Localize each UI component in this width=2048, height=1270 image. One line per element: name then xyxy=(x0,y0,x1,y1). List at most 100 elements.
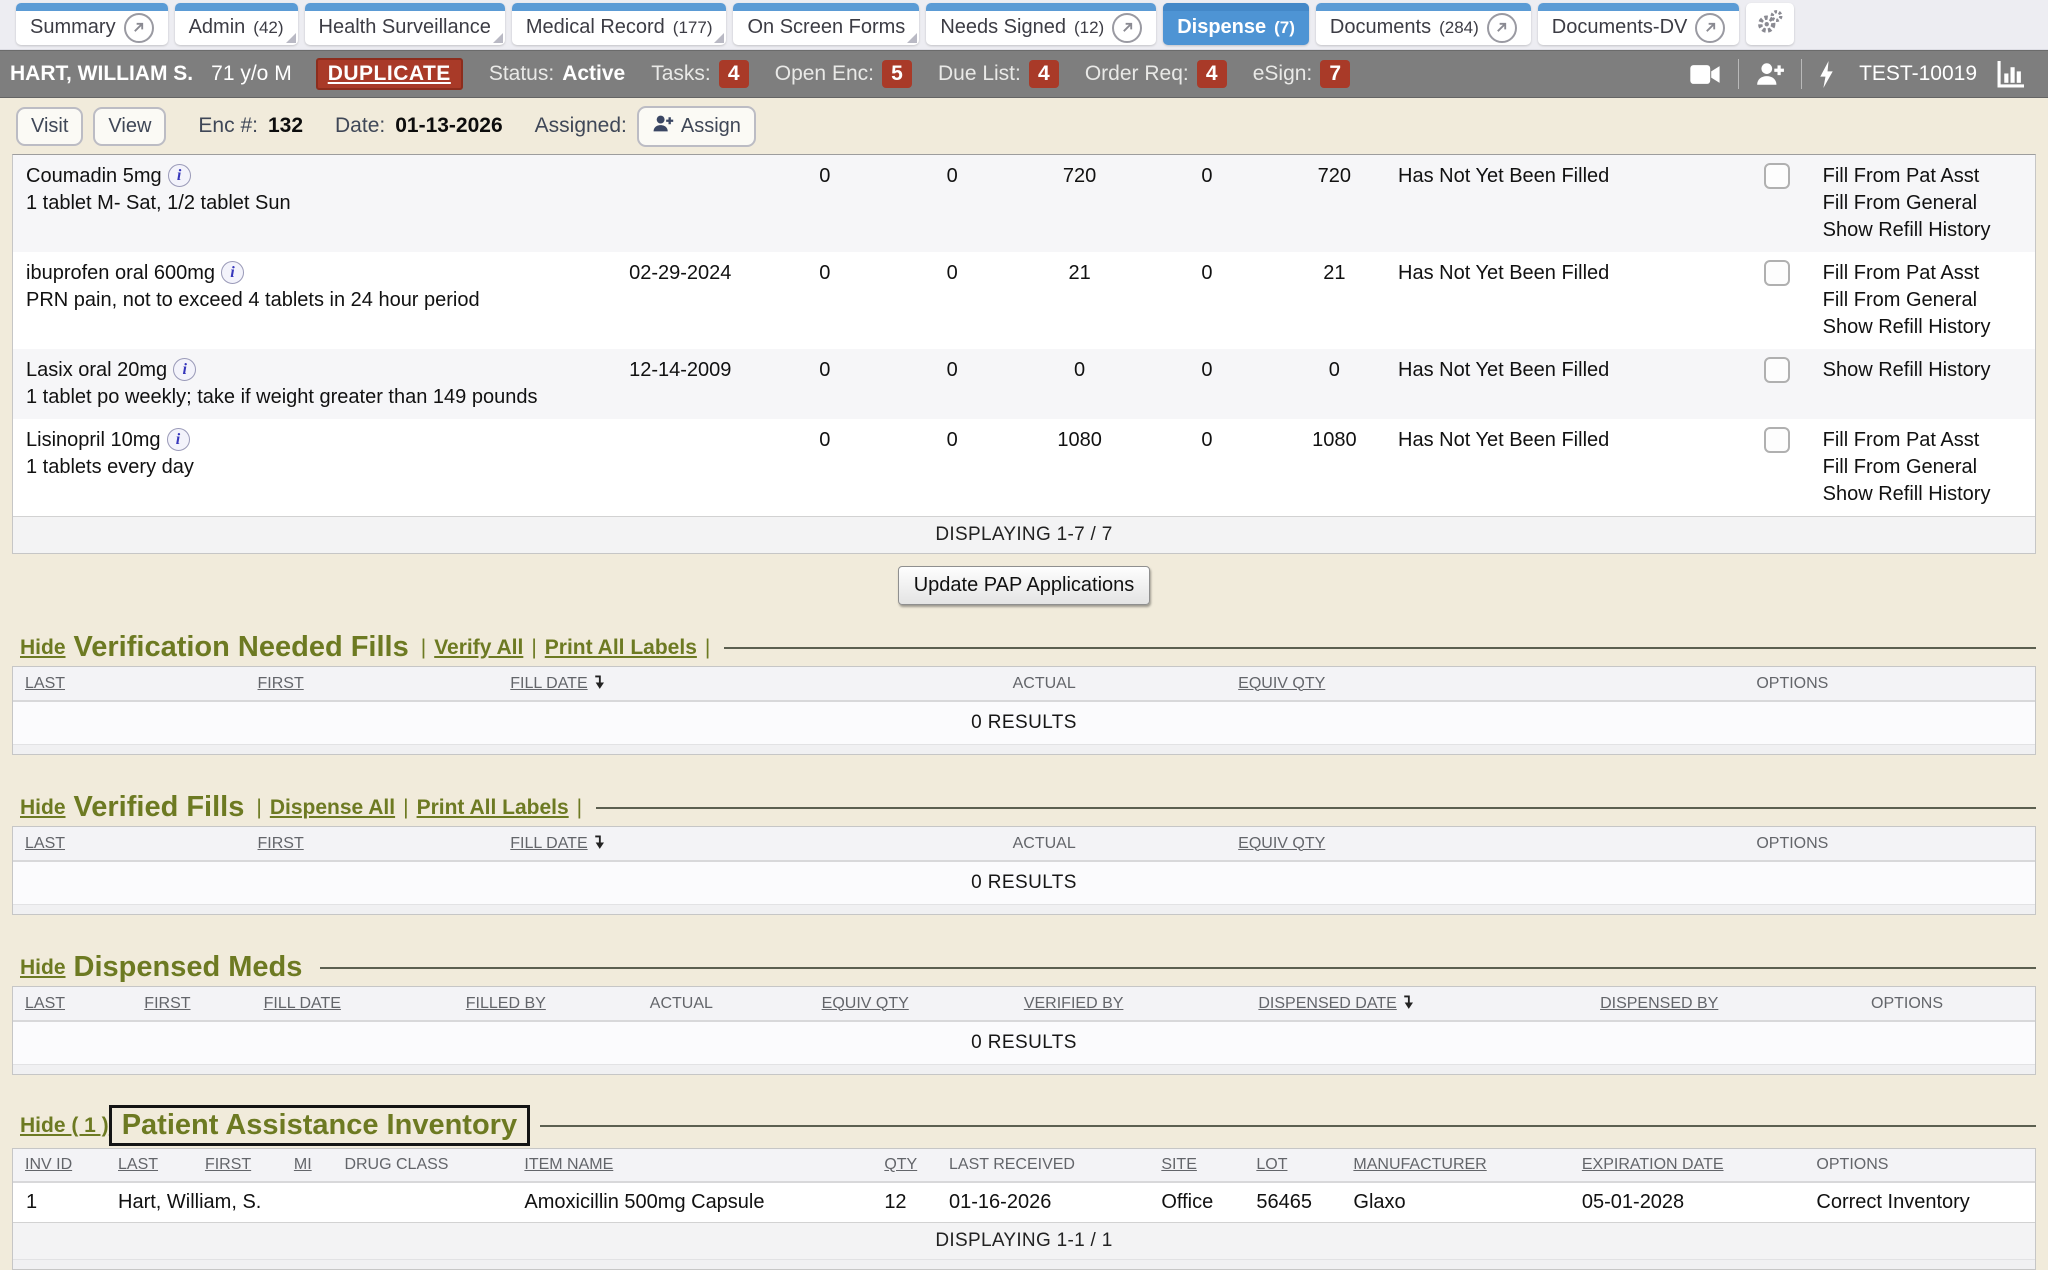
popout-arrow-icon[interactable] xyxy=(1112,13,1142,43)
column-header-equiv-qty[interactable]: EQUIV QTY xyxy=(810,987,1012,1021)
column-header-lot[interactable]: LOT xyxy=(1244,1149,1341,1182)
column-header-dispensed-date[interactable]: DISPENSED DATE xyxy=(1246,987,1588,1021)
hide-link[interactable]: Hide xyxy=(20,636,66,660)
growth-chart-icon[interactable] xyxy=(1997,61,2024,88)
tab-needs-signed[interactable]: Needs Signed (12) xyxy=(926,3,1156,45)
column-header-equiv-qty[interactable]: EQUIV QTY xyxy=(1226,667,1550,701)
column-header-mi[interactable]: MI xyxy=(282,1149,333,1182)
visit-button[interactable]: Visit xyxy=(16,107,83,146)
fill-checkbox[interactable] xyxy=(1764,357,1790,383)
correct-inventory-link[interactable]: Correct Inventory xyxy=(1804,1182,2035,1223)
column-header-options: OPTIONS xyxy=(1859,987,2035,1021)
info-icon[interactable]: i xyxy=(168,164,191,187)
lightning-icon[interactable] xyxy=(1818,61,1835,88)
tab-documents-dv[interactable]: Documents-DV xyxy=(1538,3,1740,45)
option-link[interactable]: Fill From General xyxy=(1823,454,2027,481)
tasks-count-badge[interactable]: 4 xyxy=(719,60,749,88)
add-person-icon[interactable] xyxy=(1755,61,1785,87)
tab-medical-record[interactable]: Medical Record (177) xyxy=(512,3,727,45)
column-header-qty[interactable]: QTY xyxy=(872,1149,937,1182)
fill-checkbox[interactable] xyxy=(1764,427,1790,453)
column-header-fill-date[interactable]: FILL DATE xyxy=(498,667,862,701)
column-header-first[interactable]: FIRST xyxy=(132,987,251,1021)
tab-dispense[interactable]: Dispense (7) xyxy=(1163,3,1309,45)
hide-link[interactable]: Hide xyxy=(20,956,66,980)
assign-button[interactable]: Assign xyxy=(637,106,756,147)
column-header-fill-date[interactable]: FILL DATE xyxy=(498,827,862,861)
open-enc-count-badge[interactable]: 5 xyxy=(882,60,912,88)
column-header-verified-by[interactable]: VERIFIED BY xyxy=(1012,987,1247,1021)
option-link[interactable]: Fill From General xyxy=(1823,190,2027,217)
column-header-last[interactable]: LAST xyxy=(13,667,246,701)
view-button[interactable]: View xyxy=(93,107,166,146)
print-all-labels-link[interactable]: Print All Labels xyxy=(417,796,569,820)
results-count: 0 RESULTS xyxy=(13,861,2035,904)
due-list-label: Due List: xyxy=(938,62,1021,86)
info-icon[interactable]: i xyxy=(221,261,244,284)
fill-checkbox[interactable] xyxy=(1764,260,1790,286)
option-link[interactable]: Show Refill History xyxy=(1823,314,2027,341)
tab-settings-button[interactable] xyxy=(1746,3,1794,45)
info-icon[interactable]: i xyxy=(173,358,196,381)
update-pap-applications-button[interactable]: Update PAP Applications xyxy=(898,566,1151,605)
column-header-dispensed-by[interactable]: DISPENSED BY xyxy=(1588,987,1859,1021)
tab-documents[interactable]: Documents (284) xyxy=(1316,3,1531,45)
option-link[interactable]: Show Refill History xyxy=(1823,217,2027,244)
column-header-inv-id[interactable]: INV ID xyxy=(13,1149,106,1182)
column-header-item-name[interactable]: ITEM NAME xyxy=(512,1149,872,1182)
tab-label: Documents xyxy=(1330,16,1431,39)
fill-status: Has Not Yet Been Filled xyxy=(1398,349,1732,419)
column-header-filled-by[interactable]: FILLED BY xyxy=(454,987,638,1021)
tab-summary[interactable]: Summary xyxy=(16,3,168,45)
column-header-manufacturer[interactable]: MANUFACTURER xyxy=(1341,1149,1569,1182)
last-fill-date xyxy=(599,419,761,517)
tab-label: Documents-DV xyxy=(1552,16,1688,39)
info-icon[interactable]: i xyxy=(167,428,190,451)
popout-arrow-icon[interactable] xyxy=(1695,13,1725,43)
column-header-first[interactable]: FIRST xyxy=(246,827,499,861)
column-header-last[interactable]: LAST xyxy=(106,1149,193,1182)
option-link[interactable]: Fill From Pat Asst xyxy=(1823,163,2027,190)
column-header-fill-date[interactable]: FILL DATE xyxy=(252,987,454,1021)
column-header-first[interactable]: FIRST xyxy=(193,1149,282,1182)
qty-value: 1080 xyxy=(1016,419,1143,517)
tab-label: Summary xyxy=(30,16,116,39)
tasks-label: Tasks: xyxy=(651,62,711,86)
separator: | xyxy=(705,636,710,660)
hide-link[interactable]: Hide ( 1 ) xyxy=(20,1114,109,1138)
tab-health-surveillance[interactable]: Health Surveillance xyxy=(305,3,505,45)
option-link[interactable]: Show Refill History xyxy=(1823,357,2027,384)
print-all-labels-link[interactable]: Print All Labels xyxy=(545,636,697,660)
qty-value: 0 xyxy=(889,419,1016,517)
tab-admin[interactable]: Admin (42) xyxy=(175,3,298,45)
option-link[interactable]: Fill From General xyxy=(1823,287,2027,314)
option-link[interactable]: Show Refill History xyxy=(1823,481,2027,508)
duplicate-badge[interactable]: DUPLICATE xyxy=(316,58,463,90)
column-header-equiv-qty[interactable]: EQUIV QTY xyxy=(1226,827,1550,861)
due-list-count-badge[interactable]: 4 xyxy=(1029,60,1059,88)
column-header-last[interactable]: LAST xyxy=(13,987,132,1021)
option-link[interactable]: Fill From Pat Asst xyxy=(1823,427,2027,454)
patient-age-sex: 71 y/o M xyxy=(211,62,292,86)
popout-arrow-icon[interactable] xyxy=(1487,13,1517,43)
divider xyxy=(320,967,2036,969)
verify-all-link[interactable]: Verify All xyxy=(434,636,523,660)
column-header-site[interactable]: SITE xyxy=(1149,1149,1244,1182)
medication-sig: 1 tablet M- Sat, 1/2 tablet Sun xyxy=(26,192,291,214)
hide-link[interactable]: Hide xyxy=(20,796,66,820)
patient-id: TEST-10019 xyxy=(1859,62,1977,86)
fill-checkbox[interactable] xyxy=(1764,163,1790,189)
video-camera-icon[interactable] xyxy=(1690,63,1722,86)
column-header-last[interactable]: LAST xyxy=(13,827,246,861)
column-header-expiration-date[interactable]: EXPIRATION DATE xyxy=(1570,1149,1805,1182)
option-link[interactable]: Fill From Pat Asst xyxy=(1823,260,2027,287)
popout-arrow-icon[interactable] xyxy=(124,13,154,43)
tab-bar: Summary Admin (42) Health Surveillance M… xyxy=(0,0,2048,50)
tab-on-screen-forms[interactable]: On Screen Forms xyxy=(733,3,919,45)
esign-count-badge[interactable]: 7 xyxy=(1320,60,1350,88)
column-header-first[interactable]: FIRST xyxy=(246,667,499,701)
order-req-count-badge[interactable]: 4 xyxy=(1197,60,1227,88)
dispense-all-link[interactable]: Dispense All xyxy=(270,796,395,820)
tab-count: (284) xyxy=(1439,18,1479,38)
fill-status: Has Not Yet Been Filled xyxy=(1398,252,1732,349)
